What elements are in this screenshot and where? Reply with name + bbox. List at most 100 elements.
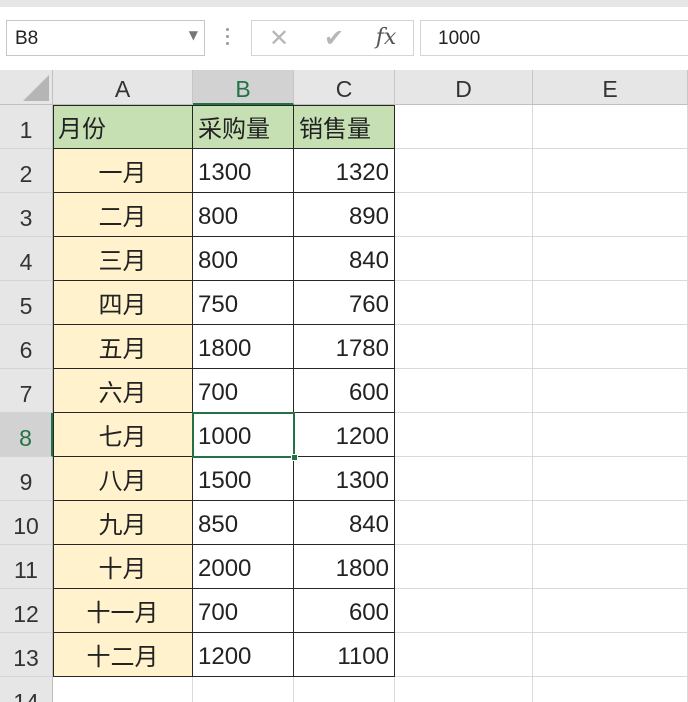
cell-a1[interactable]: 月份 — [53, 105, 193, 149]
formula-bar-grip-icon[interactable] — [222, 24, 232, 54]
cell-d6[interactable] — [395, 325, 533, 369]
cell-c12[interactable]: 600 — [294, 589, 395, 633]
cell-e1[interactable] — [533, 105, 688, 149]
cell-e14[interactable] — [533, 677, 688, 702]
row-header-2[interactable]: 2 — [0, 149, 53, 193]
cell-d4[interactable] — [395, 237, 533, 281]
cell-d1[interactable] — [395, 105, 533, 149]
row-header-3[interactable]: 3 — [0, 193, 53, 237]
cell-b10[interactable]: 850 — [193, 501, 294, 545]
cell-b4[interactable]: 800 — [193, 237, 294, 281]
cell-a12[interactable]: 十一月 — [53, 589, 193, 633]
cell-c6[interactable]: 1780 — [294, 325, 395, 369]
cell-c1[interactable]: 销售量 — [294, 105, 395, 149]
name-box[interactable]: B8 ▼ — [6, 20, 205, 56]
row-header-1[interactable]: 1 — [0, 105, 53, 149]
enter-checkmark-icon[interactable]: ✔ — [319, 24, 349, 52]
cell-e10[interactable] — [533, 501, 688, 545]
row-header-11[interactable]: 11 — [0, 545, 53, 589]
cell-c7[interactable]: 600 — [294, 369, 395, 413]
column-header-e[interactable]: E — [533, 70, 688, 105]
cell-c3[interactable]: 890 — [294, 193, 395, 237]
cell-a10[interactable]: 九月 — [53, 501, 193, 545]
cell-c4[interactable]: 840 — [294, 237, 395, 281]
cell-d12[interactable] — [395, 589, 533, 633]
cell-a8[interactable]: 七月 — [53, 413, 193, 457]
column-header-c[interactable]: C — [294, 70, 395, 105]
row-header-5[interactable]: 5 — [0, 281, 53, 325]
cell-e2[interactable] — [533, 149, 688, 193]
row-header-8[interactable]: 8 — [0, 413, 53, 457]
cell-e3[interactable] — [533, 193, 688, 237]
cell-e12[interactable] — [533, 589, 688, 633]
cell-e6[interactable] — [533, 325, 688, 369]
cell-b7[interactable]: 700 — [193, 369, 294, 413]
cell-b9[interactable]: 1500 — [193, 457, 294, 501]
table-border-top — [53, 105, 395, 106]
cell-a14[interactable] — [53, 677, 193, 702]
cell-d2[interactable] — [395, 149, 533, 193]
cell-a2[interactable]: 一月 — [53, 149, 193, 193]
row-header-6[interactable]: 6 — [0, 325, 53, 369]
row-header-10[interactable]: 10 — [0, 501, 53, 545]
chevron-down-icon[interactable]: ▼ — [189, 28, 198, 42]
cell-b2[interactable]: 1300 — [193, 149, 294, 193]
cell-b13[interactable]: 1200 — [193, 633, 294, 677]
cell-b3[interactable]: 800 — [193, 193, 294, 237]
cell-e13[interactable] — [533, 633, 688, 677]
cell-e8[interactable] — [533, 413, 688, 457]
cell-a11[interactable]: 十月 — [53, 545, 193, 589]
window-top-strip — [0, 0, 688, 7]
cell-b6[interactable]: 1800 — [193, 325, 294, 369]
cell-a5[interactable]: 四月 — [53, 281, 193, 325]
column-header-d[interactable]: D — [395, 70, 533, 105]
cell-e5[interactable] — [533, 281, 688, 325]
cell-b1[interactable]: 采购量 — [193, 105, 294, 149]
cell-a7[interactable]: 六月 — [53, 369, 193, 413]
cell-a13[interactable]: 十二月 — [53, 633, 193, 677]
cell-c14[interactable] — [294, 677, 395, 702]
cell-d9[interactable] — [395, 457, 533, 501]
row-header-7[interactable]: 7 — [0, 369, 53, 413]
fill-handle[interactable] — [291, 454, 298, 461]
cell-d13[interactable] — [395, 633, 533, 677]
row-header-9[interactable]: 9 — [0, 457, 53, 501]
cell-c13[interactable]: 1100 — [294, 633, 395, 677]
cell-a4[interactable]: 三月 — [53, 237, 193, 281]
cell-e4[interactable] — [533, 237, 688, 281]
cell-d3[interactable] — [395, 193, 533, 237]
cell-d8[interactable] — [395, 413, 533, 457]
cell-c11[interactable]: 1800 — [294, 545, 395, 589]
insert-function-icon[interactable]: fx — [371, 24, 401, 52]
cancel-icon[interactable]: ✕ — [264, 24, 294, 52]
cell-a9[interactable]: 八月 — [53, 457, 193, 501]
row-header-13[interactable]: 13 — [0, 633, 53, 677]
cell-e7[interactable] — [533, 369, 688, 413]
cell-c9[interactable]: 1300 — [294, 457, 395, 501]
row-header-14[interactable]: 14 — [0, 677, 53, 702]
select-all-button[interactable] — [0, 70, 53, 105]
row-header-4[interactable]: 4 — [0, 237, 53, 281]
cell-b14[interactable] — [193, 677, 294, 702]
cell-c8[interactable]: 1200 — [294, 413, 395, 457]
cell-a3[interactable]: 二月 — [53, 193, 193, 237]
cell-d7[interactable] — [395, 369, 533, 413]
cell-c5[interactable]: 760 — [294, 281, 395, 325]
cell-b12[interactable]: 700 — [193, 589, 294, 633]
cell-b5[interactable]: 750 — [193, 281, 294, 325]
cell-c10[interactable]: 840 — [294, 501, 395, 545]
cell-e11[interactable] — [533, 545, 688, 589]
cell-d14[interactable] — [395, 677, 533, 702]
formula-input[interactable]: 1000 — [420, 20, 688, 56]
cell-c2[interactable]: 1320 — [294, 149, 395, 193]
cell-a6[interactable]: 五月 — [53, 325, 193, 369]
row-header-12[interactable]: 12 — [0, 589, 53, 633]
column-header-a[interactable]: A — [53, 70, 193, 105]
cell-d10[interactable] — [395, 501, 533, 545]
cell-e9[interactable] — [533, 457, 688, 501]
column-header-b[interactable]: B — [193, 70, 294, 105]
cell-b11[interactable]: 2000 — [193, 545, 294, 589]
cell-d11[interactable] — [395, 545, 533, 589]
cell-d5[interactable] — [395, 281, 533, 325]
cell-b8[interactable]: 1000 — [193, 413, 294, 457]
